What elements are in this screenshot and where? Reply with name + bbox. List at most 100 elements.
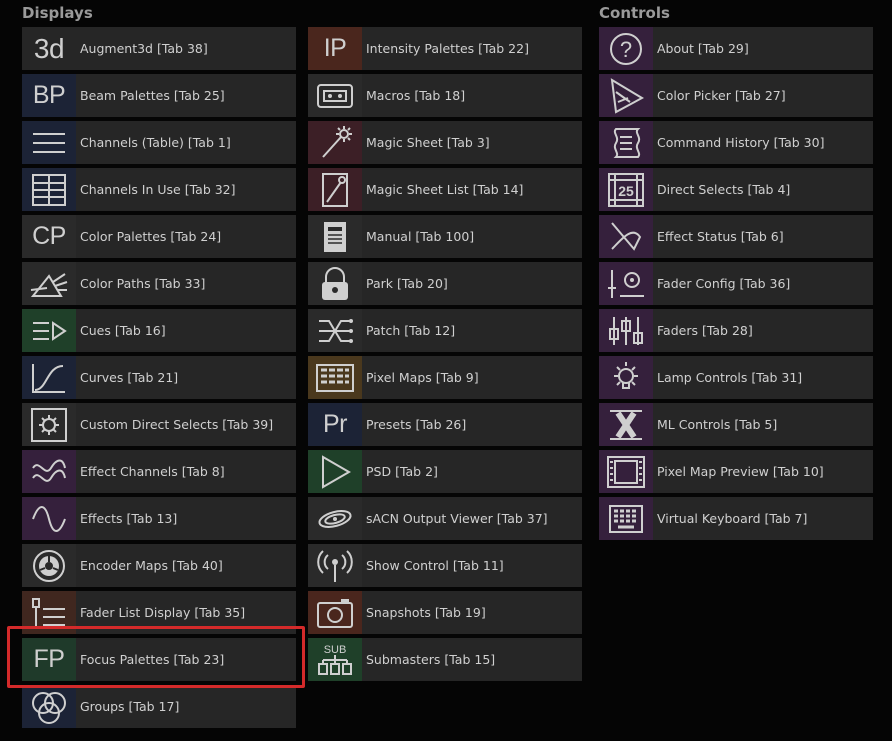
tab-tile-label: About [Tab 29] (657, 41, 749, 56)
tab-tile-label: Fader List Display [Tab 35] (80, 605, 246, 620)
tab-tile-label: Color Paths [Tab 33] (80, 276, 206, 291)
tab-tile-effect-channels[interactable]: Effect Channels [Tab 8] (22, 450, 296, 493)
lamp-icon (599, 356, 653, 399)
tab-tile-label: Channels (Table) [Tab 1] (80, 135, 231, 150)
tab-tile-label: Custom Direct Selects [Tab 39] (80, 417, 274, 432)
augment3d-icon: 3d (22, 27, 76, 70)
tab-tile-label: Magic Sheet List [Tab 14] (366, 182, 524, 197)
tab-tile-table-lines[interactable]: Channels (Table) [Tab 1] (22, 121, 296, 164)
tab-tile-label: Virtual Keyboard [Tab 7] (657, 511, 808, 526)
tab-tile-faders[interactable]: Faders [Tab 28] (599, 309, 873, 352)
tab-tile-manual-book[interactable]: Manual [Tab 100] (308, 215, 582, 258)
macro-tape-icon (308, 74, 362, 117)
effect-channels-icon (22, 450, 76, 493)
tab-tile-augment3d[interactable]: 3d Augment3d [Tab 38] (22, 27, 296, 70)
tab-tile-encoder[interactable]: Encoder Maps [Tab 40] (22, 544, 296, 587)
tab-tile-label: Effects [Tab 13] (80, 511, 178, 526)
fader-list-icon (22, 591, 76, 634)
tab-tile-label: Magic Sheet [Tab 3] (366, 135, 490, 150)
tab-tile-channels-in-use[interactable]: Channels In Use [Tab 32] (22, 168, 296, 211)
faders-icon (599, 309, 653, 352)
magic-sheet-list-icon (308, 168, 362, 211)
tab-tile-label: Fader Config [Tab 36] (657, 276, 791, 291)
tab-tile-label: Groups [Tab 17] (80, 699, 180, 714)
broadcast-icon (308, 544, 362, 587)
tab-tile-macro-tape[interactable]: Macros [Tab 18] (308, 74, 582, 117)
play-icon (308, 450, 362, 493)
magic-wand-icon (308, 121, 362, 164)
tab-tile-label: Channels In Use [Tab 32] (80, 182, 236, 197)
tab-tile-label: sACN Output Viewer [Tab 37] (366, 511, 548, 526)
tab-tile-label: Presets [Tab 26] (366, 417, 467, 432)
tab-tile-magic-sheet-list[interactable]: Magic Sheet List [Tab 14] (308, 168, 582, 211)
displays-column-1: 3d Augment3d [Tab 38] BP Beam Palettes [Tab… (22, 27, 296, 732)
tab-tile-submaster[interactable]: SUB Submasters [Tab 15] (308, 638, 582, 681)
tab-tile-beam-palette[interactable]: BP Beam Palettes [Tab 25] (22, 74, 296, 117)
scroll-icon (599, 121, 653, 164)
tab-tile-curve[interactable]: Curves [Tab 21] (22, 356, 296, 399)
tab-tile-label: Command History [Tab 30] (657, 135, 825, 150)
tab-tile-broadcast[interactable]: Show Control [Tab 11] (308, 544, 582, 587)
tab-tile-label: Macros [Tab 18] (366, 88, 466, 103)
tab-tile-sacn-galaxy[interactable]: sACN Output Viewer [Tab 37] (308, 497, 582, 540)
svg-text:SUB: SUB (324, 644, 347, 656)
tab-tile-camera[interactable]: Snapshots [Tab 19] (308, 591, 582, 634)
tab-tile-focus-palette[interactable]: FP Focus Palettes [Tab 23] (22, 638, 296, 681)
tab-tile-label: Submasters [Tab 15] (366, 652, 496, 667)
tab-tile-patch[interactable]: Patch [Tab 12] (308, 309, 582, 352)
tab-tile-ml-controls[interactable]: ML Controls [Tab 5] (599, 403, 873, 446)
tab-tile-question[interactable]: ? About [Tab 29] (599, 27, 873, 70)
tab-tile-label: PSD [Tab 2] (366, 464, 438, 479)
tab-tile-fader-config[interactable]: Fader Config [Tab 36] (599, 262, 873, 305)
tab-tile-label: Pixel Maps [Tab 9] (366, 370, 479, 385)
tab-tile-intensity-palette[interactable]: IP Intensity Palettes [Tab 22] (308, 27, 582, 70)
tab-tile-color-palette[interactable]: CP Color Palettes [Tab 24] (22, 215, 296, 258)
channels-in-use-icon (22, 168, 76, 211)
camera-icon (308, 591, 362, 634)
tab-tile-label: Intensity Palettes [Tab 22] (366, 41, 529, 56)
color-palette-icon: CP (22, 215, 76, 258)
tab-tile-scroll[interactable]: Command History [Tab 30] (599, 121, 873, 164)
tab-tile-label: Show Control [Tab 11] (366, 558, 504, 573)
tab-tile-padlock[interactable]: Park [Tab 20] (308, 262, 582, 305)
tab-tile-prism[interactable]: Color Paths [Tab 33] (22, 262, 296, 305)
tab-tile-gear-box[interactable]: Custom Direct Selects [Tab 39] (22, 403, 296, 446)
tab-tile-direct-select[interactable]: 25 Direct Selects [Tab 4] (599, 168, 873, 211)
preset-icon: Pr (308, 403, 362, 446)
direct-select-icon: 25 (599, 168, 653, 211)
tab-tile-film-strip[interactable]: Pixel Map Preview [Tab 10] (599, 450, 873, 493)
tab-tile-cue-list[interactable]: Cues [Tab 16] (22, 309, 296, 352)
fader-config-icon (599, 262, 653, 305)
tab-tile-preset[interactable]: Pr Presets [Tab 26] (308, 403, 582, 446)
tab-tile-keyboard[interactable]: Virtual Keyboard [Tab 7] (599, 497, 873, 540)
curve-icon (22, 356, 76, 399)
tab-tile-magic-wand[interactable]: Magic Sheet [Tab 3] (308, 121, 582, 164)
effect-status-icon (599, 215, 653, 258)
tab-tile-label: Direct Selects [Tab 4] (657, 182, 791, 197)
tab-tile-lamp[interactable]: Lamp Controls [Tab 31] (599, 356, 873, 399)
patch-icon (308, 309, 362, 352)
tab-tile-label: Effect Status [Tab 6] (657, 229, 784, 244)
tab-tile-groups[interactable]: Groups [Tab 17] (22, 685, 296, 728)
cue-list-icon (22, 309, 76, 352)
tab-tile-effect-status[interactable]: Effect Status [Tab 6] (599, 215, 873, 258)
tab-tile-color-picker[interactable]: Color Picker [Tab 27] (599, 74, 873, 117)
tab-tile-label: Lamp Controls [Tab 31] (657, 370, 803, 385)
tab-tile-label: Effect Channels [Tab 8] (80, 464, 225, 479)
displays-heading: Displays (22, 4, 93, 22)
tab-tile-label: Park [Tab 20] (366, 276, 448, 291)
tab-tile-sine-wave[interactable]: Effects [Tab 13] (22, 497, 296, 540)
keyboard-icon (599, 497, 653, 540)
pixel-map-icon (308, 356, 362, 399)
padlock-icon (308, 262, 362, 305)
tab-tile-pixel-map[interactable]: Pixel Maps [Tab 9] (308, 356, 582, 399)
tab-tile-play[interactable]: PSD [Tab 2] (308, 450, 582, 493)
tab-tile-fader-list[interactable]: Fader List Display [Tab 35] (22, 591, 296, 634)
focus-palette-icon: FP (22, 638, 76, 681)
tab-tile-label: Faders [Tab 28] (657, 323, 753, 338)
tab-tile-label: ML Controls [Tab 5] (657, 417, 778, 432)
gear-box-icon (22, 403, 76, 446)
tab-tile-label: Augment3d [Tab 38] (80, 41, 208, 56)
ml-controls-icon (599, 403, 653, 446)
tab-tile-label: Cues [Tab 16] (80, 323, 166, 338)
